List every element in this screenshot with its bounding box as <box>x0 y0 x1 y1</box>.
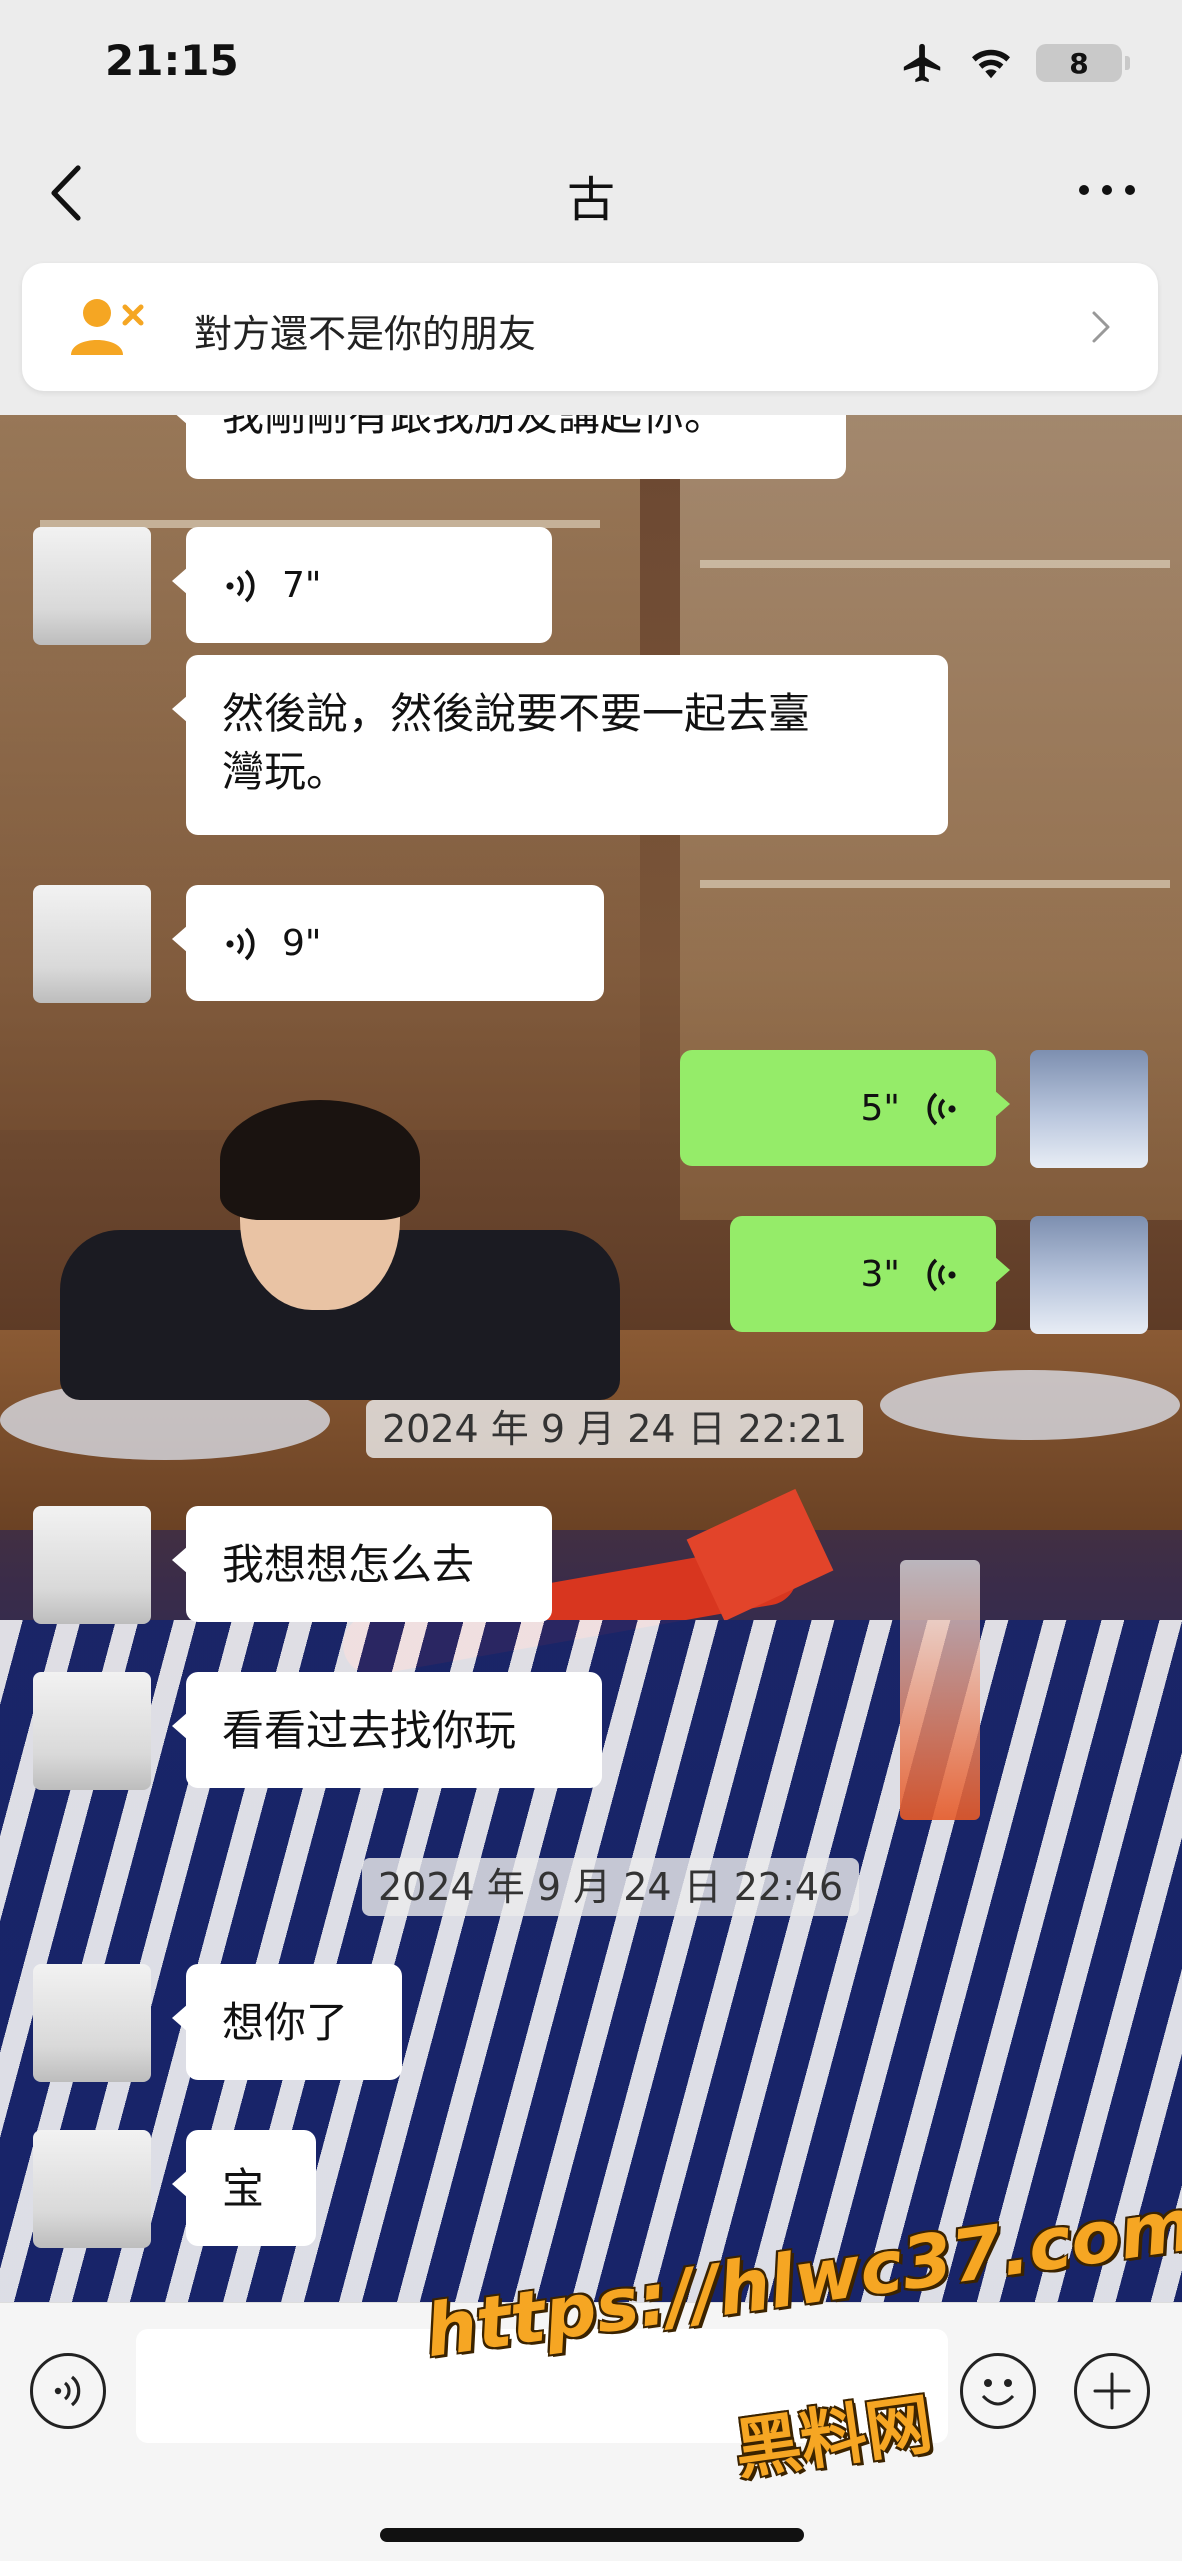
message-text: 想你了 <box>222 1998 349 2047</box>
chat-timestamp: 2024 年 9 月 24 日 22:21 <box>366 1400 864 1458</box>
voice-wave-icon <box>927 1258 956 1292</box>
chat-header: 古 <box>0 130 1182 255</box>
battery-level: 8 <box>1069 46 1089 80</box>
message-text-line: 然後說，然後說要不要一起去臺 <box>222 689 811 738</box>
message-bubble[interactable]: 想你了 <box>172 1964 402 2080</box>
home-indicator <box>380 2528 804 2542</box>
contact-avatar[interactable] <box>33 527 151 645</box>
notice-text: 對方還不是你的朋友 <box>194 312 537 356</box>
friend-notice-area: 對方還不是你的朋友 <box>0 255 1182 415</box>
voice-input-toggle[interactable] <box>30 2353 106 2429</box>
outgoing-voice-message-bubble[interactable]: 5" <box>680 1050 1010 1166</box>
message-bubble[interactable]: 然後說，然後說要不要一起去臺 灣玩。 <box>172 655 948 835</box>
emoji-icon <box>981 2379 1015 2406</box>
voice-wave-icon <box>226 569 255 603</box>
chat-title: 古 <box>566 172 615 228</box>
message-text: 我剛剛有跟我朋友講起你。 <box>222 415 727 440</box>
wifi-icon <box>972 49 1010 79</box>
my-avatar[interactable] <box>1030 1216 1148 1334</box>
emoji-button[interactable] <box>960 2353 1036 2429</box>
more-actions-button[interactable] <box>1074 2353 1150 2429</box>
message-text: 看看过去找你玩 <box>222 1706 517 1755</box>
voice-wave-icon <box>927 1092 956 1126</box>
contact-avatar[interactable] <box>33 1964 151 2082</box>
plus-icon <box>1093 2372 1131 2410</box>
contact-avatar[interactable] <box>33 2130 151 2248</box>
my-avatar[interactable] <box>1030 1050 1148 1168</box>
voice-wave-icon <box>226 927 255 961</box>
voice-duration: 5" <box>860 1088 900 1129</box>
status-time: 21:15 <box>105 36 239 85</box>
outgoing-voice-message-bubble[interactable]: 3" <box>730 1216 1010 1332</box>
voice-duration: 9" <box>282 923 322 964</box>
user-remove-icon <box>71 299 144 355</box>
message-text-line: 灣玩。 <box>222 747 349 796</box>
chevron-right-icon <box>1092 311 1110 343</box>
status-icons: 8 <box>900 40 1130 86</box>
chat-timestamp: 2024 年 9 月 24 日 22:46 <box>362 1858 860 1916</box>
status-bar: 21:15 8 <box>0 0 1182 130</box>
battery-indicator: 8 <box>1036 44 1130 82</box>
airplane-icon <box>903 43 941 83</box>
message-bubble[interactable]: 我想想怎么去 <box>172 1506 552 1622</box>
message-bubble[interactable]: 我剛剛有跟我朋友講起你。 <box>172 415 846 479</box>
message-bubble[interactable]: 看看过去找你玩 <box>172 1672 602 1788</box>
voice-wave-icon <box>54 2375 81 2407</box>
voice-message-bubble[interactable]: 9" <box>172 885 604 1001</box>
message-text: 宝 <box>222 2164 265 2213</box>
not-friend-notice[interactable]: 對方還不是你的朋友 <box>22 263 1158 391</box>
contact-avatar[interactable] <box>33 1506 151 1624</box>
voice-message-bubble[interactable]: 7" <box>172 527 552 643</box>
voice-duration: 3" <box>860 1254 900 1295</box>
voice-duration: 7" <box>282 565 322 606</box>
message-bubble[interactable]: 宝 <box>172 2130 316 2246</box>
contact-avatar[interactable] <box>33 1672 151 1790</box>
contact-avatar[interactable] <box>33 885 151 1003</box>
message-text: 我想想怎么去 <box>222 1540 475 1589</box>
more-icon <box>1079 185 1135 195</box>
more-button[interactable] <box>1072 160 1142 220</box>
clipped-message-container: 我剛剛有跟我朋友講起你。 <box>0 415 1182 485</box>
